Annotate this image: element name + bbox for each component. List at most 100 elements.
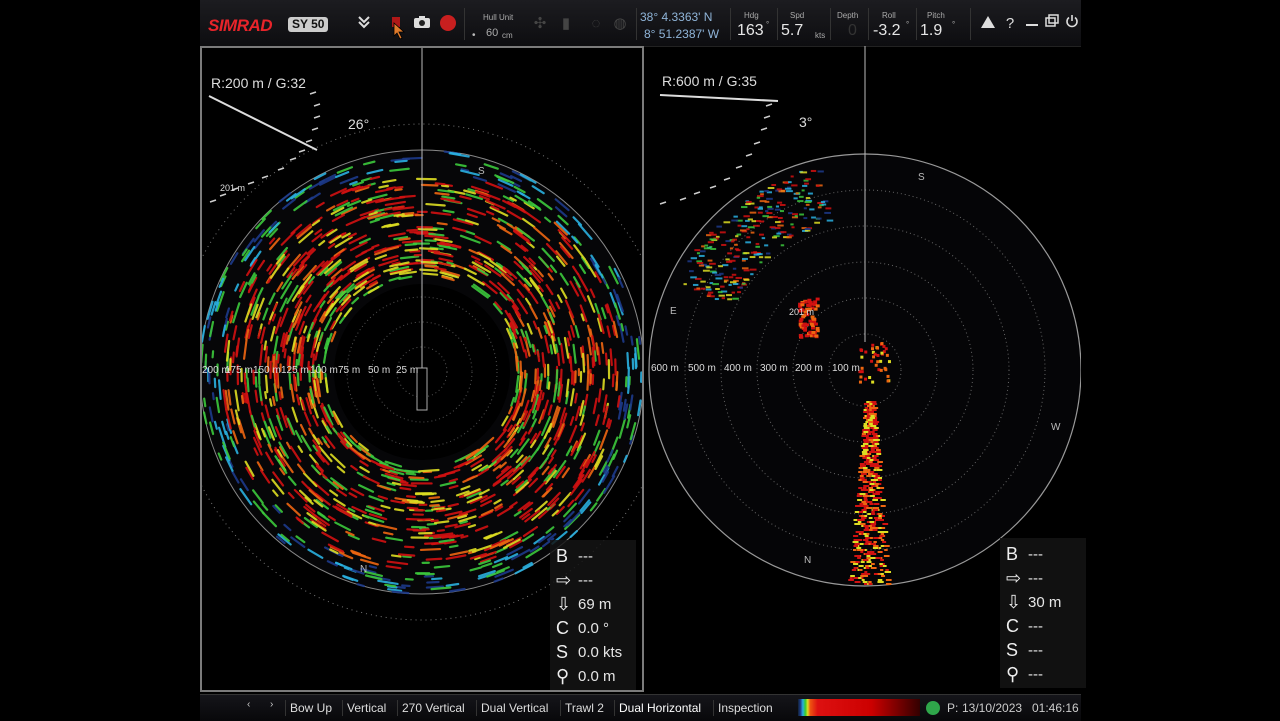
power-icon[interactable]	[1062, 14, 1082, 34]
echo-mark	[802, 185, 807, 187]
echo-mark	[727, 252, 732, 254]
echo-mark	[743, 215, 749, 217]
horizontal-sonar-right[interactable]: R:600 m / G:35 3° 201 m 600 m500 m400 m3…	[646, 46, 1081, 692]
echo-mark	[870, 459, 874, 461]
echo-mark	[863, 511, 867, 513]
echo-mark	[878, 479, 882, 481]
echo-mark	[869, 403, 872, 405]
tab-dual-horizontal[interactable]: Dual Horizontal	[614, 700, 705, 716]
echo-mark	[278, 355, 279, 363]
echo-mark	[757, 197, 760, 199]
echo-mark	[598, 348, 600, 364]
echo-mark	[885, 347, 888, 350]
hull-unit-value[interactable]: 60	[486, 27, 498, 39]
echo-mark	[870, 483, 875, 485]
echo-mark	[825, 207, 831, 209]
echo-mark	[860, 551, 863, 553]
echo-mark	[861, 519, 865, 521]
range-gain-left[interactable]: R:200 m / G:32	[211, 75, 306, 91]
ping-icon: ◍	[610, 14, 630, 34]
echo-mark	[521, 362, 522, 375]
echo-mark	[400, 488, 410, 489]
tab-bow-up[interactable]: Bow Up	[285, 700, 336, 716]
echo-mark	[431, 500, 443, 501]
collapse-menu-icon[interactable]	[354, 14, 374, 34]
tilt-angle-left[interactable]: 26°	[348, 116, 369, 132]
echo-mark	[862, 457, 866, 459]
echo-mark	[265, 392, 266, 398]
echo-mark	[746, 236, 750, 238]
echo-mark	[877, 469, 883, 471]
restore-icon[interactable]	[1042, 14, 1062, 34]
alarm-icon[interactable]	[978, 14, 998, 34]
echo-mark	[753, 251, 757, 253]
readout-value: 0.0 kts	[578, 644, 622, 661]
echo-mark	[856, 531, 861, 533]
echo-mark	[864, 499, 868, 501]
echo-mark	[813, 300, 817, 303]
echo-mark	[569, 354, 570, 363]
echo-mark	[873, 479, 878, 481]
tilt-angle-right[interactable]: 3°	[799, 114, 812, 130]
next-arrow-icon[interactable]: ›	[270, 699, 273, 710]
target-marker-icon: ⚲	[1006, 664, 1028, 685]
echo-mark	[880, 499, 885, 501]
readout-row: ⇩30 m	[1006, 590, 1086, 614]
echo-mark	[392, 555, 400, 556]
echo-mark	[718, 265, 723, 267]
tab-dual-vertical[interactable]: Dual Vertical	[476, 700, 552, 716]
echo-mark	[706, 266, 712, 268]
echo-mark	[874, 447, 879, 449]
camera-icon[interactable]	[412, 14, 432, 34]
tilt-scale-tick	[694, 192, 700, 194]
echo-mark	[863, 485, 869, 487]
echo-mark	[419, 229, 437, 230]
echo-mark	[395, 509, 403, 510]
compass-w-right: W	[1051, 422, 1060, 433]
echo-mark	[866, 507, 872, 509]
echo-mark	[862, 451, 867, 453]
echo-mark	[856, 561, 859, 563]
tab-inspection[interactable]: Inspection	[713, 700, 777, 716]
tilt-scale-tick	[312, 128, 318, 130]
echo-mark	[870, 471, 874, 473]
tab-270-vertical[interactable]: 270 Vertical	[397, 700, 469, 716]
echo-mark	[450, 546, 458, 547]
echo-mark	[724, 280, 729, 282]
echo-mark	[864, 447, 867, 449]
help-icon[interactable]: ?	[1000, 14, 1020, 34]
horizontal-sonar-left[interactable]: R:200 m / G:32 26° 201 m 200 m175 m150 m…	[200, 46, 644, 692]
echo-mark	[871, 511, 874, 513]
echo-mark	[772, 216, 777, 218]
echo-mark	[791, 226, 794, 228]
echo-mark	[816, 218, 821, 220]
echo-mark	[791, 184, 797, 186]
tilt-scale-tick	[736, 166, 742, 168]
stop-icon[interactable]	[438, 14, 458, 34]
tilt-scale-tick	[724, 178, 730, 180]
echo-mark	[875, 443, 880, 445]
prev-arrow-icon[interactable]: ‹	[247, 699, 250, 710]
readout-row: C0.0 °	[556, 616, 636, 640]
range-gain-right[interactable]: R:600 m / G:35	[662, 73, 757, 89]
echo-mark	[878, 579, 882, 581]
echo-mark	[407, 519, 425, 520]
echo-mark	[874, 467, 879, 469]
echo-mark	[862, 433, 866, 435]
echo-mark	[868, 419, 873, 421]
minimize-icon[interactable]	[1022, 14, 1042, 34]
echo-mark	[818, 170, 824, 172]
readout-row: S---	[1006, 638, 1086, 662]
echo-mark	[884, 367, 887, 370]
tab-trawl-2[interactable]: Trawl 2	[560, 700, 608, 716]
tab-vertical[interactable]: Vertical	[342, 700, 390, 716]
readout-value: ---	[1028, 546, 1043, 563]
echo-mark	[883, 565, 887, 567]
echo-mark	[862, 429, 866, 431]
echo-mark	[732, 274, 736, 276]
echo-mark	[706, 234, 711, 236]
echo-mark	[738, 225, 742, 227]
echo-mark	[869, 521, 874, 523]
echo-mark	[868, 473, 873, 475]
echo-mark	[767, 206, 772, 208]
